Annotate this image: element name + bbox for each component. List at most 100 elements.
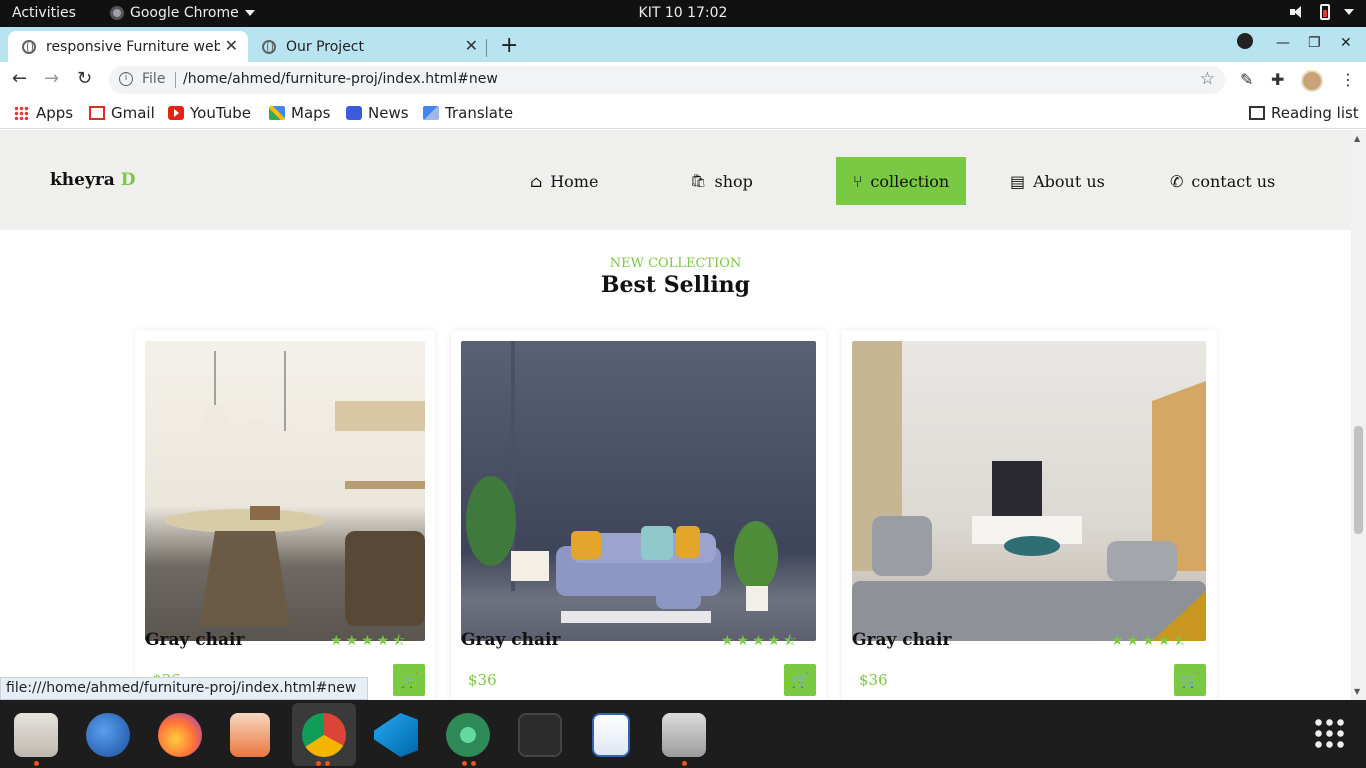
eyedropper-extension-icon[interactable]: ✎ xyxy=(1240,70,1253,89)
add-to-cart-button[interactable]: 🛒 xyxy=(784,664,816,696)
maximize-button[interactable]: ❐ xyxy=(1308,35,1321,51)
reload-button[interactable]: ↻ xyxy=(77,68,92,89)
writer-icon[interactable] xyxy=(592,713,630,757)
nav-home[interactable]: ⌂ Home xyxy=(530,157,640,205)
product-image[interactable] xyxy=(852,341,1206,641)
bookmark-apps[interactable]: Apps xyxy=(14,104,73,122)
new-tab-button[interactable]: + xyxy=(500,33,518,58)
youtube-icon xyxy=(168,106,184,120)
product-name[interactable]: Gray chair xyxy=(852,630,951,650)
phone-icon: ✆ xyxy=(1170,171,1184,191)
browser-toolbar: ← → ↻ i File /home/ahmed/furniture-proj/… xyxy=(0,62,1366,98)
chrome-icon[interactable] xyxy=(302,713,346,757)
product-price: $36 xyxy=(859,671,888,689)
url-text[interactable]: /home/ahmed/furniture-proj/index.html#ne… xyxy=(183,71,498,87)
product-card[interactable]: Gray chair ★★★★⯪ $36 🛒 xyxy=(451,330,826,700)
site-logo[interactable]: kheyra D xyxy=(50,170,135,190)
product-image-illustration xyxy=(852,341,1206,641)
system-top-bar: Activities Google Chrome KIT 10 17:02 xyxy=(0,0,1366,27)
home-icon: ⌂ xyxy=(530,171,543,191)
reading-list-icon xyxy=(1249,106,1265,120)
minimize-button[interactable]: — xyxy=(1276,35,1290,51)
system-tray[interactable] xyxy=(1290,4,1354,20)
page-scrollbar[interactable]: ▲ ▼ xyxy=(1351,130,1366,700)
nav-shop[interactable]: 🛍 shop xyxy=(690,157,800,205)
running-indicator xyxy=(471,761,476,766)
profile-avatar[interactable] xyxy=(1301,70,1323,92)
add-to-cart-button[interactable]: 🛒 xyxy=(1174,664,1206,696)
star-rating: ★★★★⯪ xyxy=(721,633,800,649)
star-rating: ★★★★⯪ xyxy=(330,633,409,649)
bookmark-youtube[interactable]: YouTube xyxy=(168,104,251,122)
bookmark-news[interactable]: News xyxy=(346,104,409,122)
star-rating: ★★★★⯪ xyxy=(1111,633,1190,649)
cart-icon: 🛒 xyxy=(1180,671,1200,689)
scroll-up-arrow-icon[interactable]: ▲ xyxy=(1354,134,1360,143)
product-image-illustration xyxy=(466,341,778,623)
chevron-down-icon xyxy=(1344,9,1354,15)
nav-contact[interactable]: ✆ contact us xyxy=(1170,157,1300,205)
product-card[interactable]: Gray chair ★★★★⯪ $36 🛒 xyxy=(842,330,1217,700)
nav-label: About us xyxy=(1033,171,1105,191)
scheme-label: File xyxy=(142,71,166,87)
app-menu[interactable]: Google Chrome xyxy=(110,5,255,21)
scroll-down-arrow-icon[interactable]: ▼ xyxy=(1354,687,1360,696)
bookmark-star-icon[interactable]: ☆ xyxy=(1200,69,1215,89)
atom-icon[interactable] xyxy=(446,713,490,757)
product-image[interactable] xyxy=(145,341,425,641)
tab-search-button[interactable] xyxy=(1237,33,1253,49)
close-icon[interactable]: ✕ xyxy=(225,36,238,55)
tab-our-project[interactable]: Our Project ✕ xyxy=(248,31,488,62)
impress-icon[interactable] xyxy=(230,713,270,757)
bookmark-label: News xyxy=(368,104,409,122)
site-header: kheyra D ⌂ Home 🛍 shop ⑂ collection ▤ Ab… xyxy=(0,130,1351,230)
cart-icon: 🛒 xyxy=(399,671,419,689)
show-applications-icon[interactable] xyxy=(1313,717,1345,749)
nav-collection[interactable]: ⑂ collection xyxy=(836,157,966,205)
section-title: Best Selling xyxy=(600,272,751,298)
vscode-icon[interactable] xyxy=(374,713,418,757)
product-name[interactable]: Gray chair xyxy=(145,630,244,650)
gmail-icon xyxy=(89,106,105,120)
bookmark-maps[interactable]: Maps xyxy=(269,104,330,122)
apps-grid-icon xyxy=(14,106,30,120)
scrollbar-thumb[interactable] xyxy=(1354,426,1363,534)
nav-label: collection xyxy=(870,171,950,191)
files-app-icon[interactable] xyxy=(14,713,58,757)
globe-icon xyxy=(22,39,36,54)
tab-furniture[interactable]: responsive Furniture web ✕ xyxy=(8,31,248,62)
chevron-down-icon xyxy=(244,10,255,16)
activities-button[interactable]: Activities xyxy=(12,5,76,21)
volume-icon xyxy=(1290,5,1306,19)
logo-text: kheyra xyxy=(50,170,115,190)
close-window-button[interactable]: ✕ xyxy=(1340,35,1352,51)
terminal-icon[interactable] xyxy=(518,713,562,757)
menu-kebab-icon[interactable]: ⋮ xyxy=(1340,70,1356,89)
nav-label: contact us xyxy=(1191,171,1276,191)
document-viewer-search-icon[interactable] xyxy=(662,713,706,757)
info-icon[interactable]: i xyxy=(119,72,133,86)
product-card[interactable]: Gray chair ★★★★⯪ $36 🛒 xyxy=(135,330,435,700)
product-name[interactable]: Gray chair xyxy=(461,630,560,650)
nav-label: Home xyxy=(550,171,599,191)
bookmark-label: Gmail xyxy=(111,104,155,122)
bookmark-translate[interactable]: Translate xyxy=(423,104,513,122)
bookmark-gmail[interactable]: Gmail xyxy=(89,104,155,122)
product-image[interactable] xyxy=(461,341,816,641)
link-status-bubble: file:///home/ahmed/furniture-proj/index.… xyxy=(0,677,368,700)
tab-strip: responsive Furniture web ✕ Our Project ✕… xyxy=(0,27,1366,62)
thunderbird-icon[interactable] xyxy=(86,713,130,757)
firefox-icon[interactable] xyxy=(158,713,202,757)
add-to-cart-button[interactable]: 🛒 xyxy=(393,664,425,696)
reading-list-button[interactable]: Reading list xyxy=(1249,104,1359,122)
back-button[interactable]: ← xyxy=(12,68,27,89)
running-indicator xyxy=(34,761,39,766)
forward-button[interactable]: → xyxy=(44,68,59,89)
tab-title: Our Project xyxy=(286,38,364,55)
close-icon[interactable]: ✕ xyxy=(465,36,478,55)
nav-about[interactable]: ▤ About us xyxy=(1010,157,1130,205)
bookmark-label: Maps xyxy=(291,104,331,122)
extensions-puzzle-icon[interactable]: ✚ xyxy=(1271,70,1284,89)
logo-accent: D xyxy=(120,170,136,190)
address-bar[interactable]: i File /home/ahmed/furniture-proj/index.… xyxy=(109,66,1225,94)
